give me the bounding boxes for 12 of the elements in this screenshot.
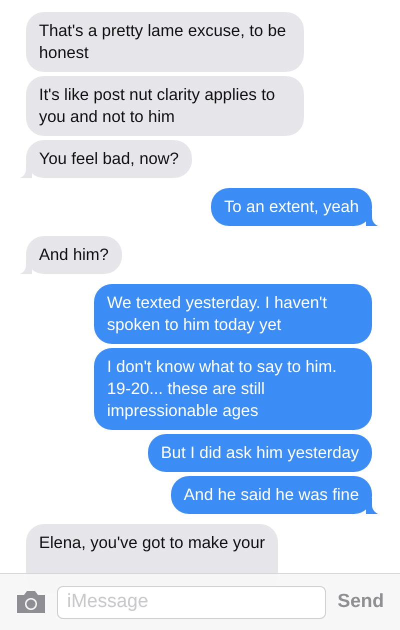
message-field[interactable]: iMessage [57, 586, 326, 618]
message-bubble: I don't know what to say to him. 19-20... these are still impressionable ages [94, 348, 372, 430]
message-bubble: But I did ask him yesterday [148, 434, 372, 472]
send-button[interactable]: Send [336, 588, 386, 616]
message-bubble: It's like post nut clarity applies to you and not to him [26, 76, 304, 136]
message-bubble: You feel bad, now? [26, 140, 192, 178]
message-bubble: To an extent, yeah [211, 188, 372, 226]
message-bubble: That's a pretty lame excuse, to be honest [26, 12, 304, 72]
message-bubble: We texted yesterday. I haven't spoken to him today yet [94, 284, 372, 344]
message-bubble: And he said he was fine [170, 476, 372, 514]
camera-icon[interactable] [15, 590, 47, 614]
message-bubble: And him? [26, 236, 122, 274]
